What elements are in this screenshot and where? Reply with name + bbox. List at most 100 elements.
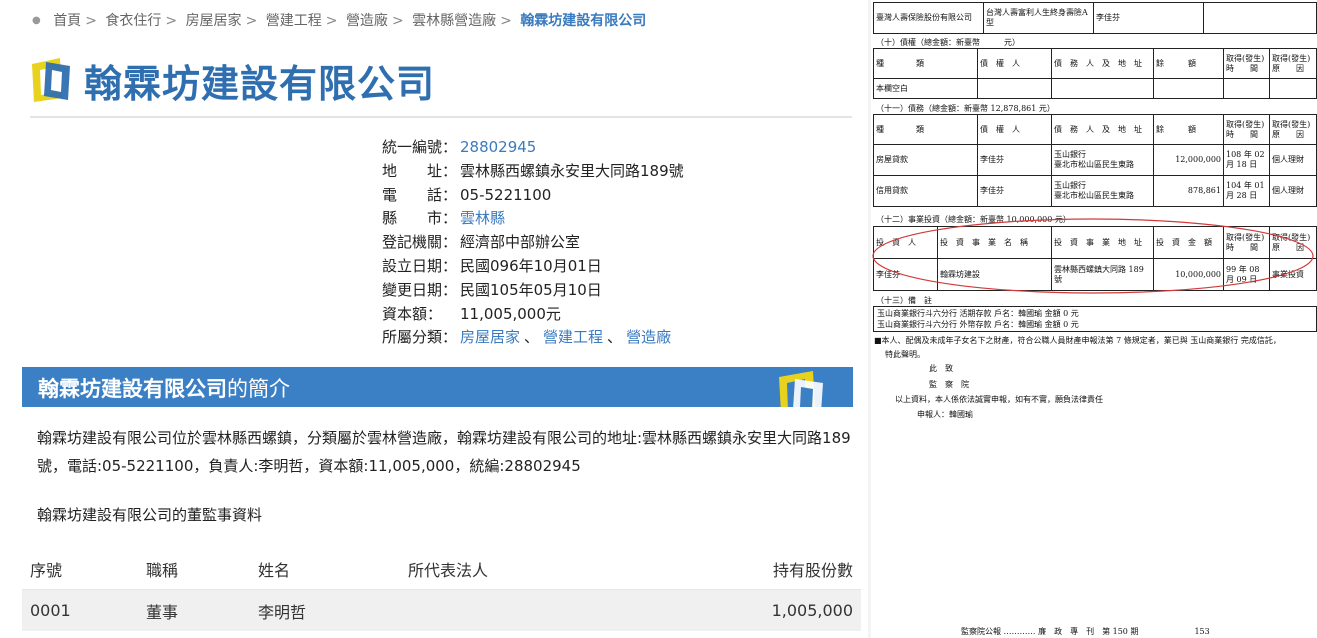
doc-cell: 臺灣人壽保險股份有限公司 bbox=[873, 2, 984, 34]
cell-shares: 1,005,000 bbox=[771, 601, 853, 620]
doc-cell bbox=[1269, 78, 1317, 99]
info-row-changed: 變更日期： 民國105年05月10日 bbox=[382, 279, 684, 303]
address-value: 雲林縣西螺鎮永安里大同路189號 bbox=[460, 161, 684, 180]
doc-header: 取得(發生)原 因 bbox=[1269, 48, 1317, 79]
doc-cell: 李佳芬 bbox=[977, 144, 1052, 176]
doc-cell: 玉山銀行 臺北市松山區民生東路 bbox=[1051, 144, 1154, 176]
cell-title: 董事 bbox=[146, 602, 179, 622]
breadcrumb-separator: > bbox=[325, 13, 338, 29]
board-table: 序號 職稱 姓名 所代表法人 持有股份數 0001 董事 李明哲 1,005,0… bbox=[22, 549, 861, 631]
info-row-category: 所屬分類： 房屋居家、 營建工程、 營造廠 bbox=[382, 326, 684, 350]
info-label: 變更日期： bbox=[382, 280, 458, 299]
doc-cell bbox=[1051, 78, 1154, 99]
cell-name: 李明哲 bbox=[258, 602, 307, 622]
company-page: ● 首頁 > 食衣住行 > 房屋居家 > 營建工程 > 營造廠 > 雲林縣營造廠 > 翰霖坊… bbox=[0, 0, 868, 638]
breadcrumb-food[interactable]: 食衣住行 bbox=[105, 13, 161, 29]
doc-claims-table: 種 類 債 權 人 債 務 人 及 地 址 餘 額 取得(發生)時 間 取得(發… bbox=[873, 48, 1317, 99]
breadcrumb-home-living[interactable]: 房屋居家 bbox=[186, 13, 242, 29]
doc-top-table: 臺灣人壽保險股份有限公司 台灣人壽富利人生終身壽險A型 李佳芬 bbox=[873, 2, 1317, 34]
doc-cell: 878,861 bbox=[1153, 175, 1224, 207]
doc-section-title: （十三）備 註 bbox=[876, 296, 932, 305]
category-separator: 、 bbox=[524, 328, 540, 347]
breadcrumb-contractor[interactable]: 營造廠 bbox=[346, 13, 388, 29]
breadcrumb-home[interactable]: 首頁 bbox=[53, 13, 81, 29]
company-info: 統一編號： 28802945 地 址： 雲林縣西螺鎮永安里大同路189號 電 話： 0… bbox=[382, 136, 684, 350]
doc-cell: 李佳芬 bbox=[977, 175, 1052, 207]
capital-value: 11,005,000元 bbox=[460, 304, 561, 323]
board-section-title: 翰霖坊建設有限公司的董監事資料 bbox=[37, 506, 263, 524]
doc-declaration-end: 特此聲明。 bbox=[885, 350, 925, 359]
doc-cell: 個人理財 bbox=[1269, 175, 1317, 207]
doc-footer: 監察院公報 ………… 廉 政 專 刊 第 150 期 153 bbox=[961, 627, 1210, 636]
tax-id-link[interactable]: 28802945 bbox=[460, 136, 536, 160]
company-title: 翰霖坊建設有限公司 bbox=[84, 61, 436, 106]
table-row: 0001 董事 李明哲 1,005,000 bbox=[22, 590, 861, 631]
info-row-county: 縣 市： 雲林縣 bbox=[382, 207, 684, 231]
doc-statement: 以上資料，本人係依法誠實申報，如有不實，願負法律責任 bbox=[895, 395, 1103, 404]
scanned-declaration: 臺灣人壽保險股份有限公司 台灣人壽富利人生終身壽險A型 李佳芬 （十）債權（總金… bbox=[871, 0, 1317, 638]
established-value: 民國096年10月01日 bbox=[460, 256, 602, 275]
doc-cell: 台灣人壽富利人生終身壽險A型 bbox=[983, 2, 1094, 34]
header-title: 職稱 bbox=[146, 561, 179, 580]
doc-cell: 108 年 02 月 18 日 bbox=[1223, 144, 1270, 176]
category-link-contractor[interactable]: 營造廠 bbox=[626, 326, 671, 350]
doc-debts-table: 種 類 債 權 人 債 務 人 及 地 址 餘 額 取得(發生)時 間 取得(發… bbox=[873, 114, 1317, 207]
doc-header: 取得(發生)原 因 bbox=[1269, 114, 1317, 145]
doc-header: 債 務 人 及 地 址 bbox=[1051, 48, 1154, 79]
doc-cell: 信用貸款 bbox=[873, 175, 978, 207]
info-row-phone: 電 話： 05-5221100 bbox=[382, 184, 684, 208]
breadcrumb-separator: > bbox=[165, 13, 178, 29]
breadcrumb-construction[interactable]: 營建工程 bbox=[266, 13, 322, 29]
info-row-registrar: 登記機關： 經濟部中部辦公室 bbox=[382, 231, 684, 255]
doc-header: 債 權 人 bbox=[977, 48, 1052, 79]
category-separator: 、 bbox=[607, 328, 623, 347]
doc-addressee-1: 此 致 bbox=[929, 364, 953, 373]
info-label: 設立日期： bbox=[382, 256, 458, 275]
doc-header: 取得(發生)時 間 bbox=[1223, 114, 1270, 145]
info-row-address: 地 址： 雲林縣西螺鎮永安里大同路189號 bbox=[382, 160, 684, 184]
divider bbox=[30, 116, 852, 118]
phone-value: 05-5221100 bbox=[460, 185, 552, 204]
doc-section-title: （十）債權（總金額：新臺幣 元） bbox=[876, 38, 1020, 47]
doc-header: 債 務 人 及 地 址 bbox=[1051, 114, 1154, 145]
doc-cell: 個人理財 bbox=[1269, 144, 1317, 176]
intro-heading: 翰霖坊建設有限公司的簡介 bbox=[38, 373, 290, 403]
breadcrumb-yunlin-contractor[interactable]: 雲林縣營造廠 bbox=[412, 13, 496, 29]
doc-cell: 房屋貸款 bbox=[873, 144, 978, 176]
info-row-tax-id: 統一編號： 28802945 bbox=[382, 136, 684, 160]
info-row-established: 設立日期： 民國096年10月01日 bbox=[382, 255, 684, 279]
county-link[interactable]: 雲林縣 bbox=[460, 207, 505, 231]
doc-cell: 玉山銀行 臺北市松山區民生東路 bbox=[1051, 175, 1154, 207]
intro-heading-name: 翰霖坊建設有限公司 bbox=[38, 377, 227, 401]
doc-cell bbox=[1203, 2, 1317, 34]
info-label: 地 址： bbox=[382, 161, 458, 180]
doc-cell bbox=[977, 78, 1052, 99]
header-shares: 持有股份數 bbox=[772, 561, 853, 580]
info-row-capital: 資本額： 11,005,000元 bbox=[382, 303, 684, 327]
info-label: 所屬分類： bbox=[382, 328, 458, 347]
category-link-home[interactable]: 房屋居家 bbox=[460, 326, 520, 350]
info-label: 資本額： bbox=[382, 304, 443, 323]
info-label: 縣 市： bbox=[382, 209, 458, 228]
intro-text: 翰霖坊建設有限公司位於雲林縣西螺鎮，分類屬於雲林營造廠，翰霖坊建設有限公司的地址… bbox=[37, 429, 851, 475]
breadcrumb-separator: > bbox=[500, 13, 512, 29]
doc-cell: 本欄空白 bbox=[873, 78, 978, 99]
changed-value: 民國105年05月10日 bbox=[460, 280, 602, 299]
doc-cell: 12,000,000 bbox=[1153, 144, 1224, 176]
intro-banner: 翰霖坊建設有限公司的簡介 bbox=[22, 367, 853, 407]
company-logo-icon bbox=[30, 56, 74, 104]
doc-addressee-2: 監 察 院 bbox=[929, 380, 969, 389]
header-name: 姓名 bbox=[258, 561, 291, 580]
doc-header: 債 權 人 bbox=[977, 114, 1052, 145]
doc-remarks-box: 玉山商業銀行斗六分行 活期存款 戶名：韓國瑜 金額 0 元 玉山商業銀行斗六分行… bbox=[873, 306, 1317, 332]
doc-header: 種 類 bbox=[873, 48, 978, 79]
company-header: 翰霖坊建設有限公司 bbox=[30, 52, 435, 108]
doc-header: 餘 額 bbox=[1153, 114, 1224, 145]
category-link-construction[interactable]: 營建工程 bbox=[543, 326, 603, 350]
table-header: 序號 職稱 姓名 所代表法人 持有股份數 bbox=[22, 549, 861, 590]
doc-cell bbox=[1153, 78, 1224, 99]
doc-cell: 李佳芬 bbox=[1093, 2, 1204, 34]
bullet-icon: ● bbox=[32, 15, 41, 26]
doc-remark-line: 玉山商業銀行斗六分行 外幣存款 戶名：韓國瑜 金額 0 元 bbox=[877, 320, 1079, 329]
header-serial: 序號 bbox=[30, 561, 63, 580]
